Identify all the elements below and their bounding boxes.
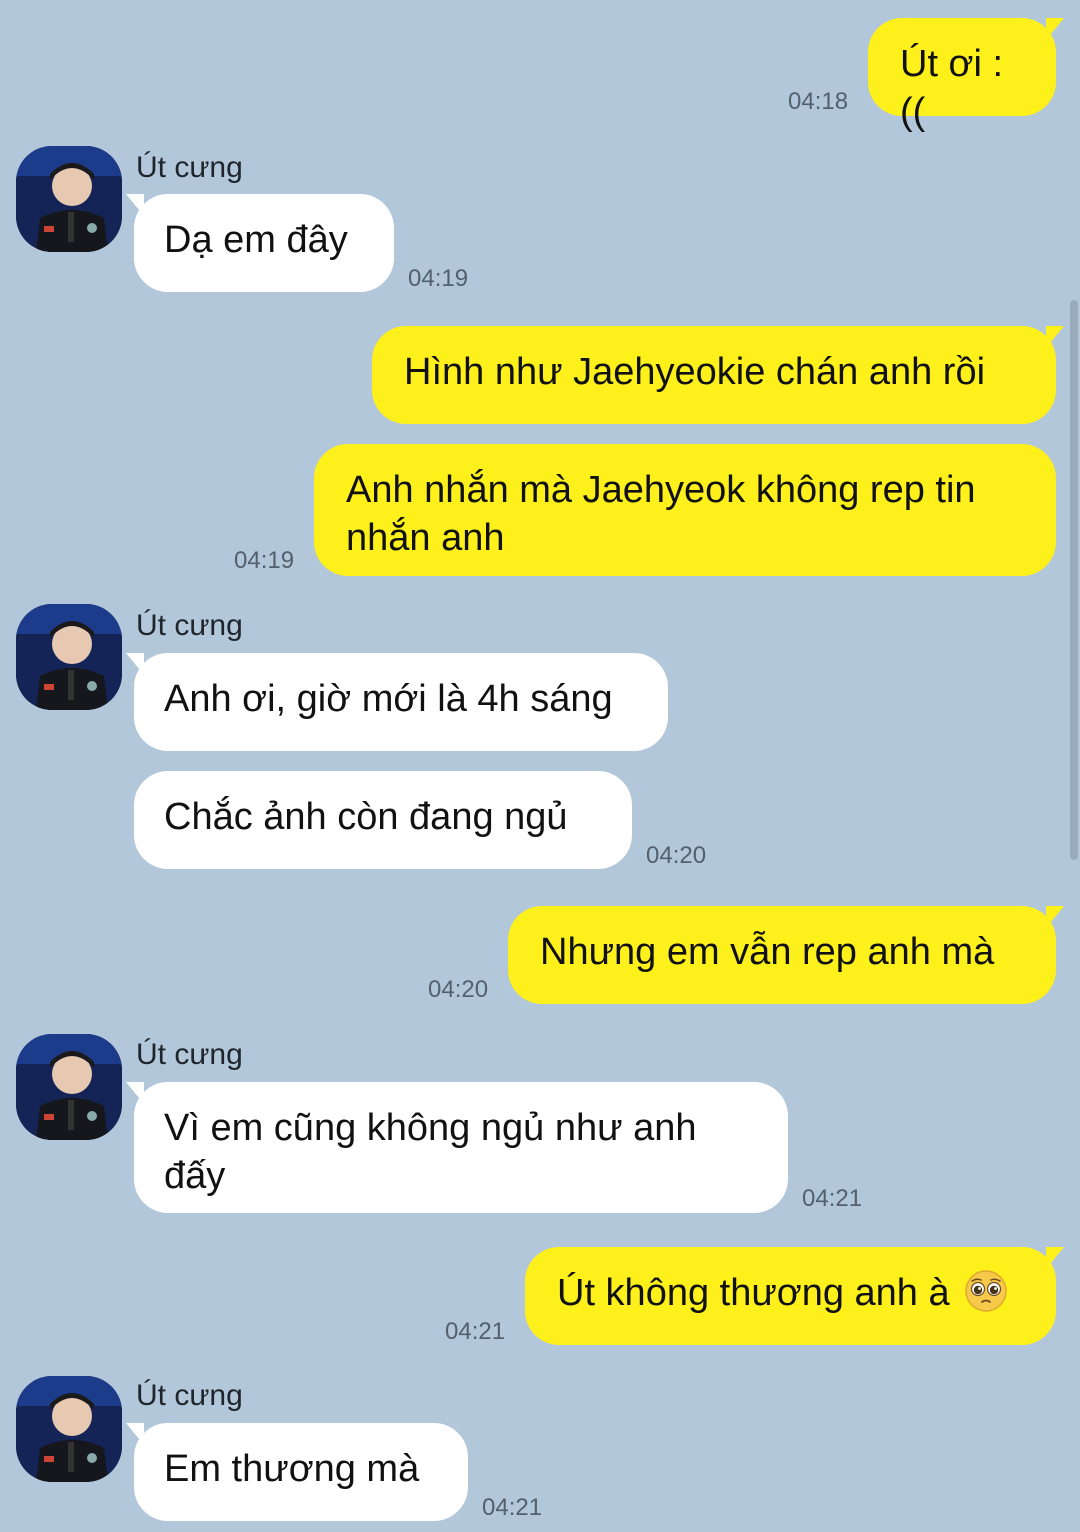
contact-avatar[interactable] bbox=[16, 1376, 122, 1482]
message-bubble-sent[interactable]: Hình như Jaehyeokie chán anh rồi bbox=[372, 326, 1064, 424]
message-text: Anh nhắn mà Jaehyeok không rep tin nhắn … bbox=[346, 469, 976, 559]
message-time: 04:20 bbox=[646, 842, 707, 869]
scrollbar[interactable] bbox=[1070, 300, 1078, 860]
message-bubble-received[interactable]: Vì em cũng không ngủ như anh đấy bbox=[126, 1082, 788, 1213]
message-time: 04:21 bbox=[802, 1185, 863, 1212]
message-bubble-sent[interactable]: Út không thương anh à bbox=[525, 1247, 1064, 1345]
avatar-image bbox=[16, 146, 122, 252]
message-bubble-received[interactable]: Em thương mà bbox=[126, 1423, 468, 1521]
message-bubble-sent[interactable]: Út ơi :(( bbox=[868, 18, 1064, 133]
message-bubble-sent[interactable]: Anh nhắn mà Jaehyeok không rep tin nhắn … bbox=[314, 444, 1056, 576]
contact-name: Út cưng bbox=[136, 609, 243, 642]
message-bubble-received[interactable]: Anh ơi, giờ mới là 4h sáng bbox=[126, 653, 668, 751]
message-bubble-received[interactable]: Chắc ảnh còn đang ngủ bbox=[134, 771, 632, 869]
message-time: 04:19 bbox=[408, 265, 469, 292]
message-bubble-received[interactable]: Dạ em đây bbox=[126, 194, 394, 292]
contact-avatar[interactable] bbox=[16, 146, 122, 252]
message-text: Em thương mà bbox=[164, 1448, 420, 1490]
contact-name: Út cưng bbox=[136, 1038, 243, 1071]
avatar-image bbox=[16, 604, 122, 710]
message-text: Út ơi :(( bbox=[900, 43, 1004, 133]
message-time: 04:21 bbox=[445, 1318, 506, 1345]
message-bubble-sent[interactable]: Nhưng em vẫn rep anh mà bbox=[508, 906, 1064, 1004]
contact-name: Út cưng bbox=[136, 1379, 243, 1412]
contact-avatar[interactable] bbox=[16, 1034, 122, 1140]
message-time: 04:18 bbox=[788, 88, 849, 115]
message-text: Nhưng em vẫn rep anh mà bbox=[540, 931, 995, 973]
avatar-image bbox=[16, 1034, 122, 1140]
message-text: Hình như Jaehyeokie chán anh rồi bbox=[404, 351, 986, 393]
chat-room[interactable]: 04:18 Út ơi :(( Út cưng Dạ em đây 04:19 … bbox=[0, 0, 1080, 1532]
message-text: Anh ơi, giờ mới là 4h sáng bbox=[164, 678, 613, 720]
contact-name: Út cưng bbox=[136, 151, 243, 184]
avatar-image bbox=[16, 1376, 122, 1482]
message-time: 04:19 bbox=[234, 547, 295, 574]
message-text: Út không thương anh à bbox=[557, 1272, 950, 1314]
message-time: 04:21 bbox=[482, 1494, 543, 1521]
message-text: Chắc ảnh còn đang ngủ bbox=[164, 796, 568, 838]
contact-avatar[interactable] bbox=[16, 604, 122, 710]
message-time: 04:20 bbox=[428, 976, 489, 1003]
message-text: Vì em cũng không ngủ như anh đấy bbox=[164, 1107, 697, 1197]
pleading-face-emoji bbox=[965, 1270, 1007, 1312]
message-text: Dạ em đây bbox=[164, 219, 348, 261]
